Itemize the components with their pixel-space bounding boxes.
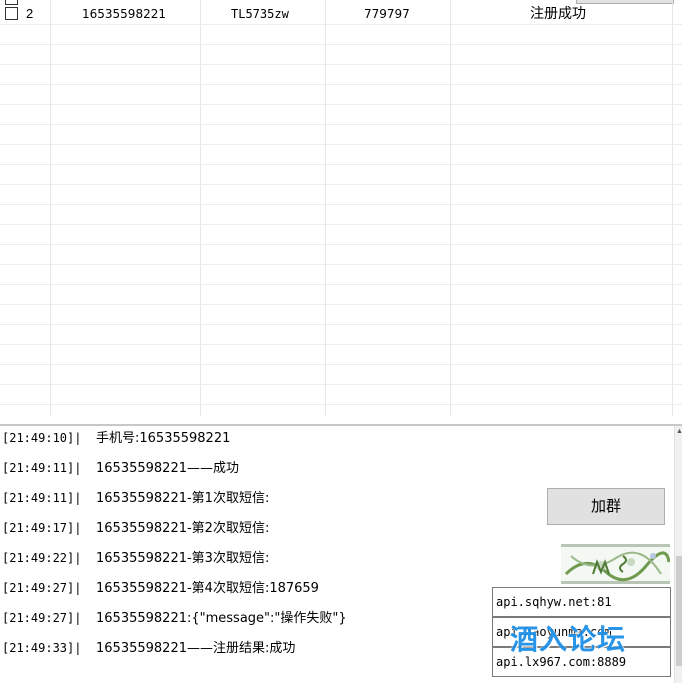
- log-message: 手机号:16535598221: [96, 431, 231, 446]
- row-divider: [0, 64, 682, 65]
- log-line: [21:49:10]| 手机号:16535598221: [2, 428, 230, 448]
- row-divider: [0, 184, 682, 185]
- row-divider: [0, 344, 682, 345]
- phone-number-cell: 16535598221: [82, 7, 166, 21]
- column-divider: [450, 0, 451, 416]
- column-divider: [672, 0, 673, 416]
- row-divider: [0, 164, 682, 165]
- column-divider: [200, 0, 201, 416]
- log-timestamp: [21:49:22]|: [2, 551, 82, 565]
- log-line: [21:49:22]| 16535598221-第3次取短信:: [2, 548, 269, 568]
- log-message: 16535598221——成功: [96, 461, 239, 476]
- row-divider: [0, 284, 682, 285]
- row-divider: [0, 204, 682, 205]
- log-timestamp: [21:49:11]|: [2, 491, 82, 505]
- row-divider: [0, 264, 682, 265]
- log-timestamp: [21:49:10]|: [2, 431, 82, 445]
- row-checkbox[interactable]: [5, 7, 18, 20]
- row-divider: [0, 224, 682, 225]
- row-divider: [0, 104, 682, 105]
- column-divider: [50, 0, 51, 416]
- log-line: [21:49:27]| 16535598221:{"message":"操作失败"…: [2, 608, 347, 628]
- forum-watermark: 酒入论坛: [510, 623, 627, 656]
- row-divider: [0, 304, 682, 305]
- scrollbar-thumb[interactable]: [676, 556, 682, 666]
- log-message: 16535598221-第3次取短信:: [96, 551, 270, 566]
- log-message: 16535598221-第4次取短信:187659: [96, 581, 319, 596]
- log-message: 16535598221-第1次取短信:: [96, 491, 270, 506]
- log-line: [21:49:27]| 16535598221-第4次取短信:187659: [2, 578, 319, 598]
- log-line: [21:49:33]| 16535598221——注册结果:成功: [2, 638, 295, 658]
- account-cell: TL5735zw: [231, 7, 289, 21]
- code-cell: 779797: [364, 7, 410, 21]
- column-divider: [325, 0, 326, 416]
- row-divider: [0, 24, 682, 25]
- log-scrollbar[interactable]: ▲: [674, 426, 682, 683]
- promo-image: [561, 544, 670, 584]
- row-divider: [0, 404, 682, 405]
- log-timestamp: [21:49:11]|: [2, 461, 82, 475]
- row-divider: [0, 44, 682, 45]
- row-index: 2: [26, 6, 34, 21]
- row-divider: [0, 324, 682, 325]
- log-message: 16535598221:{"message":"操作失败"}: [96, 611, 347, 626]
- row-divider: [0, 364, 682, 365]
- log-line: [21:49:11]| 16535598221-第1次取短信:: [2, 488, 269, 508]
- log-message: 16535598221——注册结果:成功: [96, 641, 296, 656]
- accounts-grid: 2 16535598221 TL5735zw 779797 注册成功: [0, 0, 682, 426]
- scroll-up-icon[interactable]: ▲: [676, 428, 682, 436]
- row-divider: [0, 384, 682, 385]
- row-divider: [0, 244, 682, 245]
- log-timestamp: [21:49:17]|: [2, 521, 82, 535]
- log-message: 16535598221-第2次取短信:: [96, 521, 270, 536]
- api-server-item[interactable]: api.sqhyw.net:81: [492, 587, 671, 617]
- log-timestamp: [21:49:33]|: [2, 641, 82, 655]
- log-timestamp: [21:49:27]|: [2, 581, 82, 595]
- log-line: [21:49:17]| 16535598221-第2次取短信:: [2, 518, 269, 538]
- table-row[interactable]: 2 16535598221 TL5735zw 779797 注册成功: [0, 4, 682, 24]
- join-group-button[interactable]: 加群: [547, 488, 665, 525]
- row-divider: [0, 144, 682, 145]
- log-line: [21:49:11]| 16535598221——成功: [2, 458, 239, 478]
- row-divider: [0, 84, 682, 85]
- log-timestamp: [21:49:27]|: [2, 611, 82, 625]
- row-divider: [0, 124, 682, 125]
- status-cell: 注册成功: [530, 6, 586, 22]
- promo-graphic: [561, 544, 670, 584]
